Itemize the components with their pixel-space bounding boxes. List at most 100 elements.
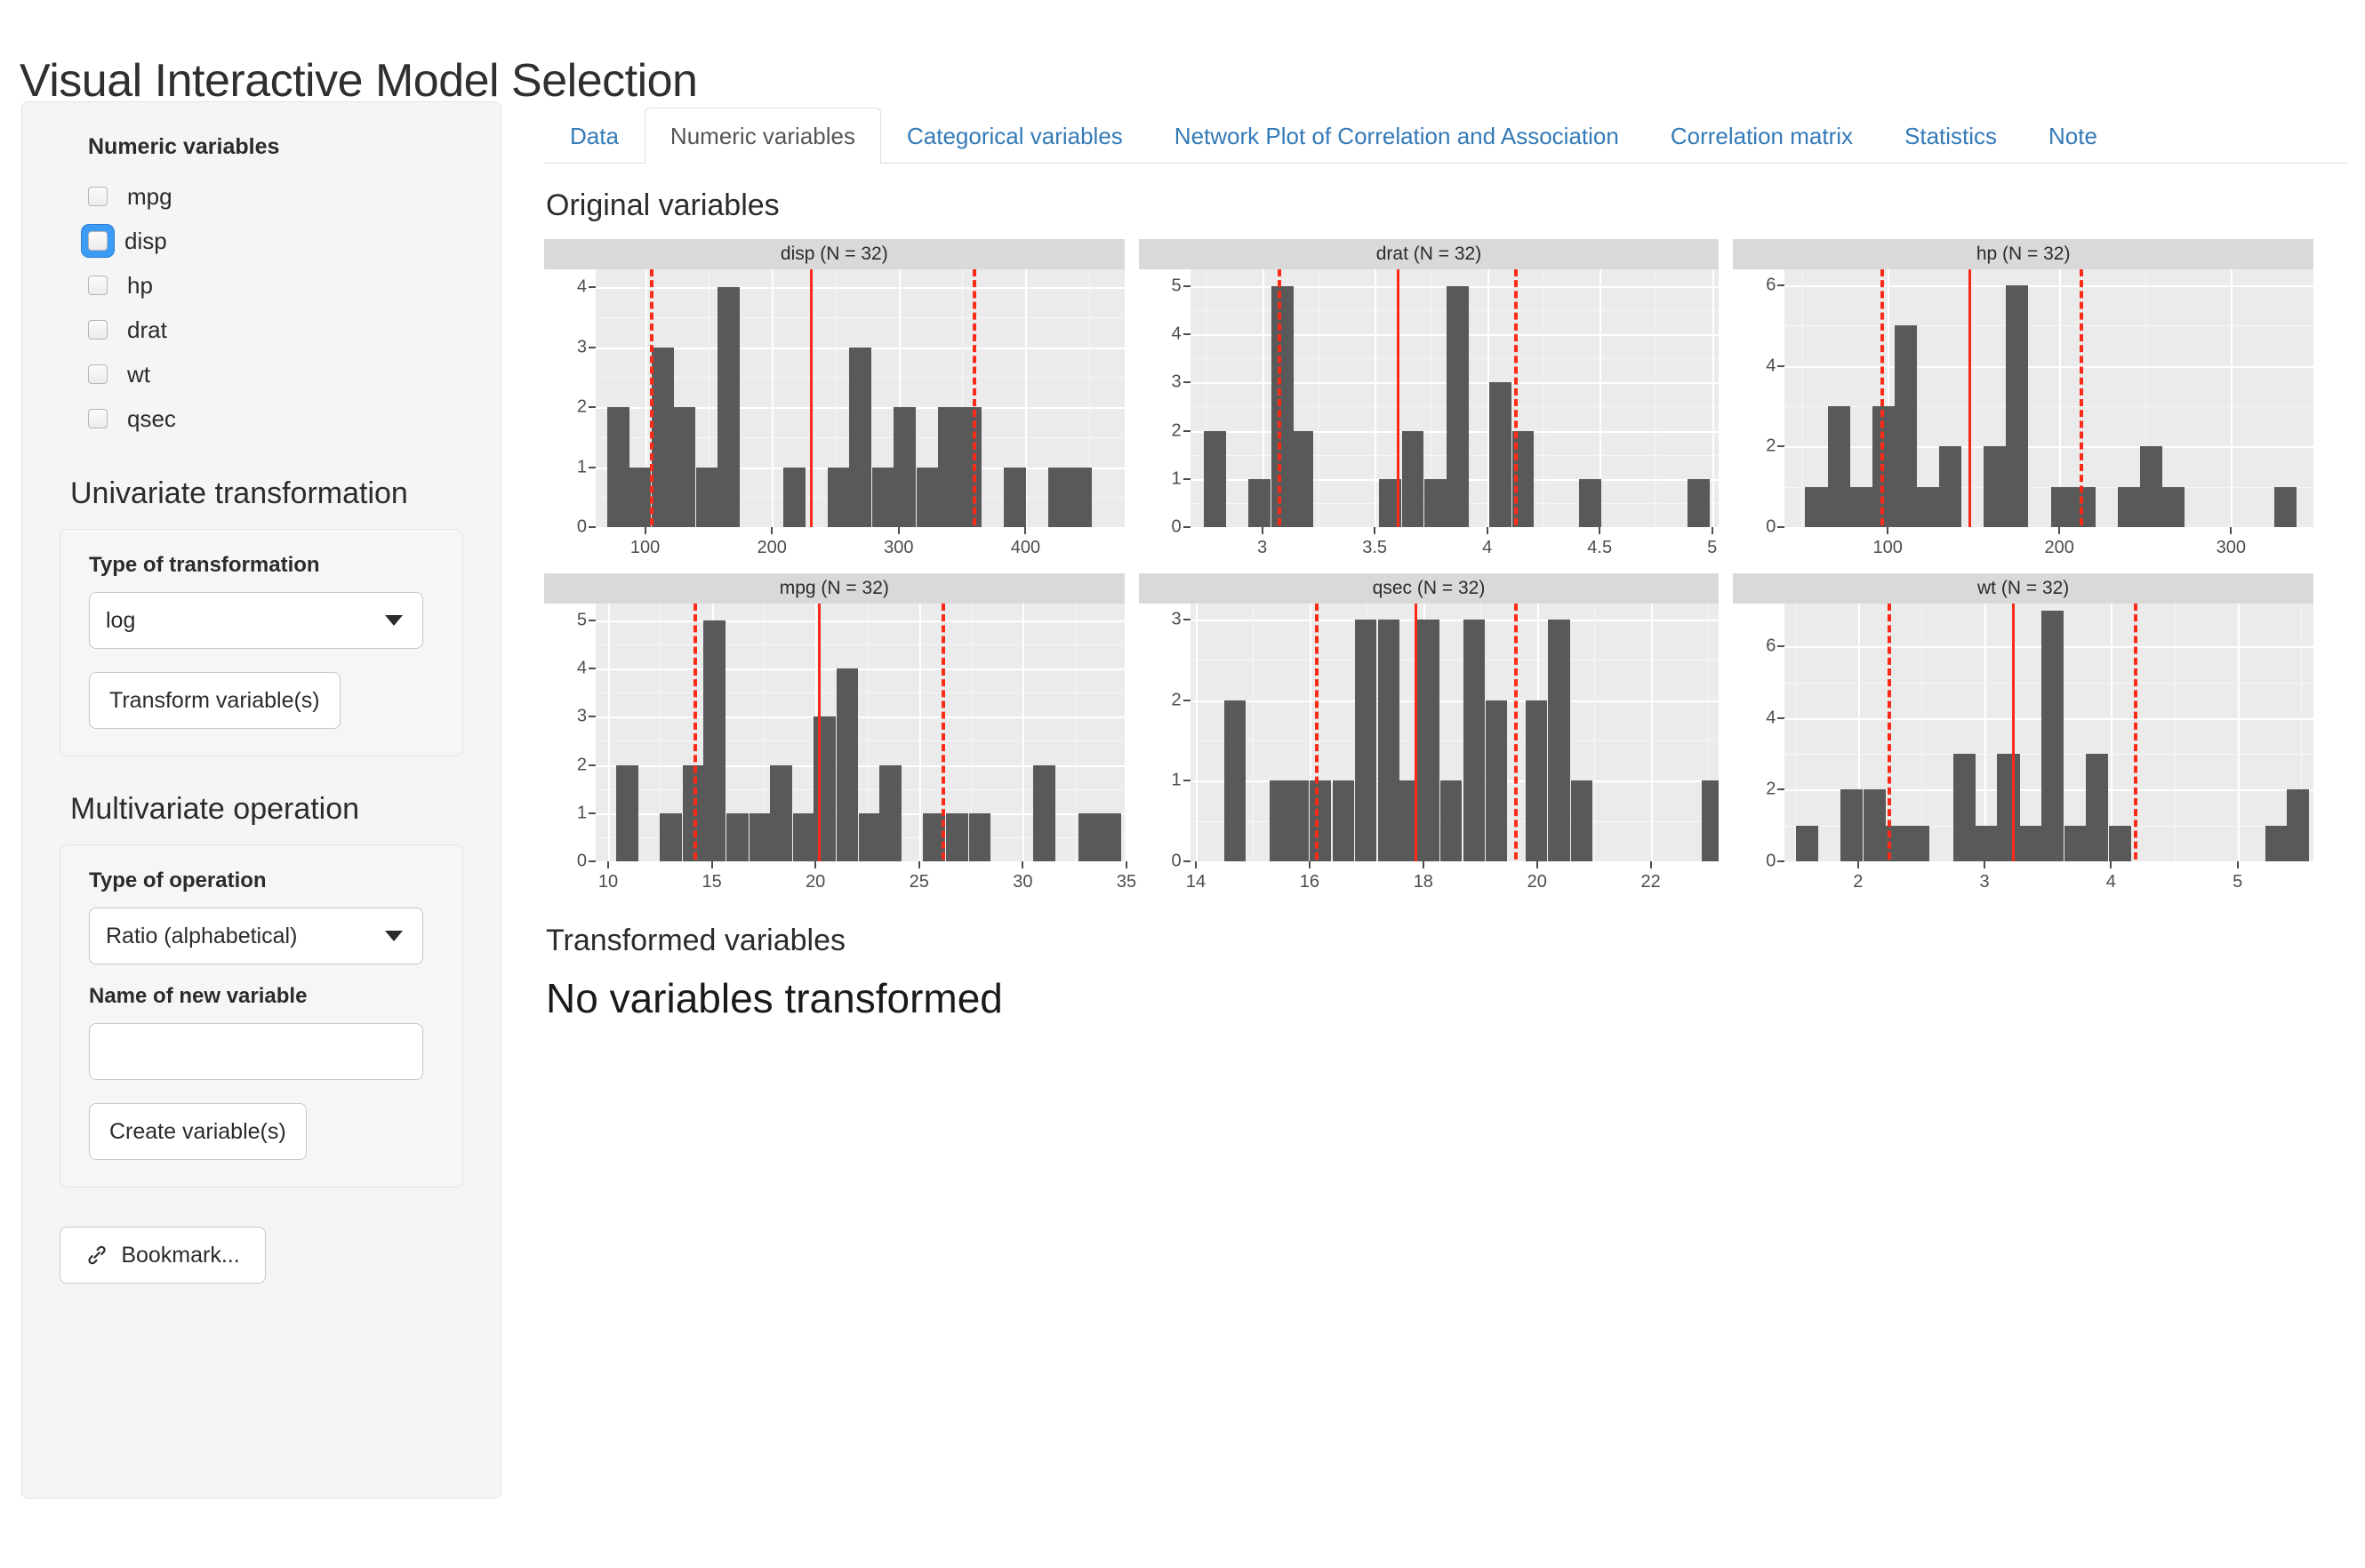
histogram-bar (1078, 812, 1102, 861)
histogram-bar (2162, 486, 2185, 527)
gridline-horizontal (1190, 700, 1720, 702)
numeric-variables-checkbox-group[interactable]: mpg disp hp drat wt qsec (52, 174, 470, 441)
y-tick-label: 6 (1766, 275, 1776, 295)
histogram-bar (1203, 430, 1226, 527)
histogram-bar (1489, 382, 1511, 527)
panel-strip-title: wt (N = 32) (1733, 573, 2313, 604)
y-tick-label: 3 (576, 706, 587, 726)
x-tick-mark (1308, 861, 1311, 868)
tab-correlation-matrix[interactable]: Correlation matrix (1645, 108, 1879, 164)
histogram-bar (1907, 825, 1930, 861)
histogram-bar (1984, 446, 2007, 527)
histogram-bar (1805, 486, 1828, 527)
bookmark-button[interactable]: Bookmark... (60, 1227, 266, 1284)
gridline-minor-horizontal (596, 692, 1125, 694)
variable-checkbox-mpg[interactable]: mpg (88, 174, 470, 219)
x-tick-mark (1261, 527, 1263, 534)
checkbox-icon[interactable] (88, 364, 108, 384)
gridline-vertical (1712, 269, 1714, 527)
transform-variables-button[interactable]: Transform variable(s) (89, 672, 341, 729)
x-axis: 3 3.5 4 4.5 5 (1191, 527, 1720, 564)
histogram-bar (894, 407, 916, 527)
panel-strip-title: drat (N = 32) (1138, 239, 1720, 269)
histogram-bar (2287, 789, 2310, 861)
univariate-transformation-well: Type of transformation log Transform var… (60, 529, 463, 756)
y-tick-label: 6 (1766, 636, 1776, 656)
tab-categorical-variables[interactable]: Categorical variables (881, 108, 1149, 164)
y-tick-mark (1182, 333, 1191, 336)
gridline-vertical (772, 269, 774, 527)
x-tick-label: 25 (909, 872, 929, 892)
histogram-bar (827, 467, 850, 527)
x-tick-label: 3 (1979, 872, 1990, 892)
histogram-bar (849, 347, 872, 527)
new-variable-name-input[interactable] (89, 1023, 423, 1080)
x-tick-label: 14 (1185, 872, 1207, 892)
histogram-bar (1224, 700, 1247, 861)
histogram-bar (1004, 467, 1026, 527)
tab-network-plot-of-correlation-and-association[interactable]: Network Plot of Correlation and Associat… (1149, 108, 1645, 164)
variable-checkbox-hp[interactable]: hp (88, 263, 470, 308)
x-axis: 100 200 300 400 (596, 527, 1125, 564)
histogram-bar (1974, 825, 1997, 861)
y-tick-mark (589, 860, 596, 862)
histogram-panel-disp: disp (N = 32) 0 1 2 3 4 100 200 300 400 (544, 239, 1125, 564)
histogram-bar (1548, 620, 1570, 861)
variable-checkbox-drat[interactable]: drat (88, 308, 470, 352)
checkbox-icon[interactable] (88, 276, 108, 295)
tab-bar[interactable]: Data Numeric variables Categorical variabl… (544, 101, 2347, 164)
variable-checkbox-qsec[interactable]: qsec (88, 396, 470, 441)
bookmark-button-label: Bookmark... (121, 1242, 240, 1268)
histogram-bar (1048, 467, 1070, 527)
y-tick-mark (589, 286, 596, 289)
x-tick-label: 300 (884, 538, 914, 557)
histogram-bar (695, 467, 718, 527)
y-axis: 0 1 2 3 4 5 (544, 604, 596, 871)
histogram-bar (859, 812, 881, 861)
histogram-bar (959, 407, 982, 527)
histogram-bar (2006, 285, 2029, 527)
histogram-bar (1309, 780, 1332, 861)
reference-line-upper-quartile (972, 269, 976, 527)
tab-note[interactable]: Note (2023, 108, 2123, 164)
tab-numeric-variables[interactable]: Numeric variables (644, 108, 881, 164)
gridline-minor-vertical (1920, 604, 1922, 861)
histogram-panel-wt: wt (N = 32) 0 2 4 6 2 3 4 5 (1733, 573, 2313, 899)
y-tick-label: 3 (576, 337, 587, 357)
x-tick-label: 400 (1010, 538, 1041, 557)
histogram-panel-mpg: mpg (N = 32) 0 1 2 3 4 5 10 15 20 25 30 35 (544, 573, 1136, 899)
y-axis: 0 1 2 3 (1139, 604, 1191, 871)
y-tick-label: 1 (1171, 770, 1182, 790)
gridline-horizontal (1190, 620, 1720, 622)
x-tick-label: 20 (1527, 872, 1547, 892)
y-tick-label: 2 (576, 755, 587, 775)
create-variables-button[interactable]: Create variable(s) (89, 1103, 307, 1160)
gridline-minor-horizontal (1784, 325, 2313, 327)
checkbox-icon[interactable] (88, 231, 108, 251)
histogram-bar (651, 347, 674, 527)
y-axis: 0 1 2 3 4 5 (1139, 269, 1191, 537)
y-tick-label: 0 (1171, 516, 1182, 537)
transformation-type-select[interactable]: log (89, 592, 423, 649)
variable-checkbox-disp[interactable]: disp (82, 219, 470, 263)
checkbox-icon[interactable] (88, 187, 108, 206)
tab-statistics[interactable]: Statistics (1879, 108, 2023, 164)
x-tick-label: 4 (1482, 538, 1493, 557)
tab-data[interactable]: Data (544, 108, 645, 164)
histogram-bar (1894, 325, 1917, 527)
reference-line-lower-quartile (1887, 604, 1891, 861)
y-tick-mark (1777, 716, 1785, 719)
gridline-vertical (1196, 604, 1199, 861)
variable-checkbox-wt[interactable]: wt (88, 352, 470, 396)
gridline-vertical (1984, 604, 1987, 861)
histogram-grid: disp (N = 32) 0 1 2 3 4 100 200 300 400 drat (N = … (544, 239, 2313, 899)
operation-type-select[interactable]: Ratio (alphabetical) (89, 908, 423, 964)
x-tick-mark (814, 861, 817, 868)
y-tick-mark (1777, 445, 1785, 448)
histogram-bar (1423, 478, 1447, 527)
variable-checkbox-label: qsec (127, 404, 176, 432)
checkbox-icon[interactable] (88, 320, 108, 340)
reference-line-lower-quartile (1315, 604, 1319, 861)
checkbox-icon[interactable] (88, 409, 108, 428)
gridline-minor-vertical (1074, 604, 1076, 861)
